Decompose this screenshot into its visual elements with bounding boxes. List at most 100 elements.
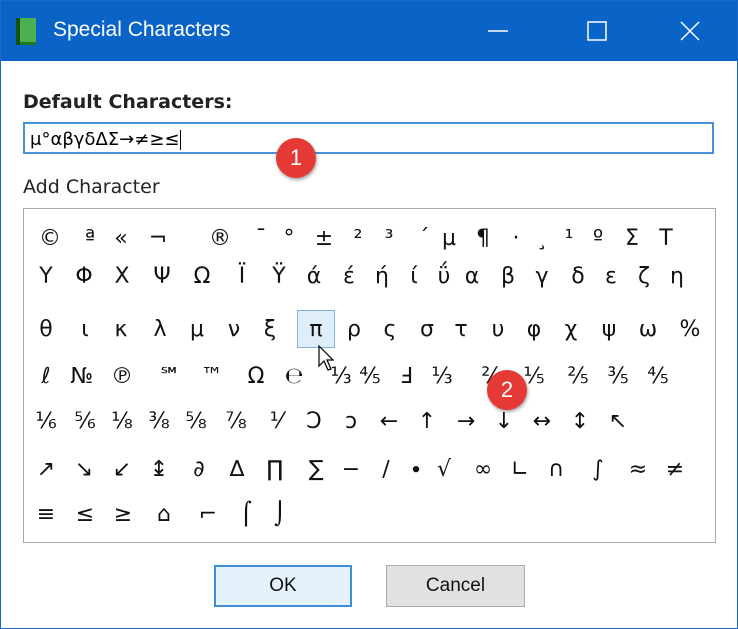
char-cell[interactable]: τ bbox=[442, 310, 480, 348]
char-cell[interactable]: ¬ bbox=[139, 219, 177, 257]
char-cell[interactable]: σ bbox=[408, 310, 446, 348]
char-cell[interactable]: Ψ bbox=[143, 257, 181, 295]
char-cell[interactable]: χ bbox=[552, 310, 590, 348]
char-cell[interactable]: φ bbox=[515, 310, 553, 348]
char-cell[interactable]: ± bbox=[305, 219, 343, 257]
char-cell[interactable]: ⅝ bbox=[177, 402, 215, 440]
char-cell[interactable]: Υ bbox=[27, 257, 65, 295]
char-cell[interactable]: ν bbox=[215, 310, 253, 348]
char-cell[interactable]: κ bbox=[102, 310, 140, 348]
char-cell[interactable]: ⅞ bbox=[217, 402, 255, 440]
char-cell[interactable]: ° bbox=[270, 219, 308, 257]
char-cell[interactable]: β bbox=[489, 257, 527, 295]
char-cell[interactable]: Ω bbox=[183, 257, 221, 295]
char-cell[interactable]: Ↄ bbox=[295, 402, 333, 440]
char-cell[interactable]: θ bbox=[27, 310, 65, 348]
default-characters-input[interactable]: μ°αβγδΔΣ→≠≥≤ bbox=[23, 122, 714, 154]
char-cell[interactable]: ∩ bbox=[537, 450, 575, 488]
char-cell[interactable]: µ bbox=[430, 219, 468, 257]
char-cell[interactable]: ← bbox=[370, 402, 408, 440]
char-cell[interactable]: λ bbox=[141, 310, 179, 348]
char-cell[interactable]: ℮ bbox=[275, 357, 313, 395]
char-cell[interactable]: ® bbox=[201, 219, 239, 257]
char-cell[interactable]: η bbox=[658, 257, 696, 295]
minimize-button[interactable] bbox=[475, 1, 521, 61]
char-cell[interactable]: ∫ bbox=[579, 450, 617, 488]
char-cell[interactable]: ℠ bbox=[151, 357, 189, 395]
char-cell[interactable]: Ϋ bbox=[260, 257, 298, 295]
char-cell[interactable]: ↘ bbox=[65, 450, 103, 488]
char-cell[interactable]: © bbox=[31, 219, 69, 257]
char-cell[interactable]: ω bbox=[629, 310, 667, 348]
char-cell[interactable]: ≤ bbox=[66, 495, 104, 533]
char-cell[interactable]: − bbox=[332, 450, 370, 488]
char-cell[interactable]: % bbox=[671, 310, 709, 348]
maximize-button[interactable] bbox=[574, 1, 620, 61]
char-cell[interactable]: ⌠ bbox=[227, 495, 265, 533]
add-character-label: Add Character bbox=[23, 176, 160, 198]
char-cell[interactable]: ψ bbox=[590, 310, 628, 348]
char-cell[interactable]: √ bbox=[425, 450, 463, 488]
char-cell[interactable]: ↙ bbox=[103, 450, 141, 488]
char-cell[interactable]: ↕ bbox=[561, 402, 599, 440]
char-cell[interactable]: ↗ bbox=[27, 450, 65, 488]
char-cell[interactable]: ⅘ bbox=[351, 357, 389, 395]
char-cell[interactable]: ⅓ bbox=[423, 357, 461, 395]
char-cell[interactable]: ⅜ bbox=[140, 402, 178, 440]
char-cell[interactable]: ∂ bbox=[180, 450, 218, 488]
char-cell[interactable]: Ⅎ bbox=[387, 357, 425, 395]
char-cell[interactable]: º bbox=[579, 219, 617, 257]
char-cell[interactable]: ™ bbox=[193, 357, 231, 395]
char-cell[interactable]: ⅚ bbox=[66, 402, 104, 440]
char-cell[interactable]: № bbox=[63, 357, 101, 395]
char-cell[interactable]: ά bbox=[295, 257, 333, 295]
char-cell[interactable]: ∟ bbox=[501, 450, 539, 488]
char-cell[interactable]: ∏ bbox=[256, 450, 294, 488]
char-cell[interactable]: ⌐ bbox=[189, 495, 227, 533]
char-cell[interactable]: ⅘ bbox=[639, 357, 677, 395]
char-cell[interactable]: ≥ bbox=[104, 495, 142, 533]
char-cell[interactable]: ³ bbox=[370, 219, 408, 257]
char-cell[interactable]: Τ bbox=[647, 219, 685, 257]
char-cell[interactable]: ξ bbox=[251, 310, 289, 348]
char-cell[interactable]: ↄ bbox=[332, 402, 370, 440]
char-cell[interactable]: ⅟ bbox=[257, 402, 295, 440]
close-button[interactable] bbox=[667, 1, 713, 61]
char-cell[interactable]: ↔ bbox=[523, 402, 561, 440]
maximize-icon bbox=[587, 21, 607, 41]
char-cell[interactable]: ∑ bbox=[297, 450, 335, 488]
char-cell[interactable]: ∆ bbox=[218, 450, 256, 488]
char-cell[interactable]: Σ bbox=[613, 219, 651, 257]
char-cell[interactable]: ↖ bbox=[599, 402, 637, 440]
char-cell[interactable]: ι bbox=[66, 310, 104, 348]
char-cell[interactable]: ρ bbox=[335, 310, 373, 348]
char-cell[interactable]: μ bbox=[178, 310, 216, 348]
char-cell[interactable]: ℓ bbox=[27, 357, 65, 395]
char-cell[interactable]: ς bbox=[371, 310, 409, 348]
char-cell[interactable]: ℗ bbox=[103, 357, 141, 395]
char-cell[interactable]: « bbox=[102, 219, 140, 257]
char-cell[interactable]: π bbox=[297, 310, 335, 348]
cancel-button[interactable]: Cancel bbox=[386, 565, 525, 607]
char-cell[interactable]: Χ bbox=[103, 257, 141, 295]
char-cell[interactable]: ⅗ bbox=[599, 357, 637, 395]
ok-button[interactable]: OK bbox=[214, 565, 352, 607]
char-cell[interactable]: α bbox=[453, 257, 491, 295]
char-cell[interactable]: ≈ bbox=[619, 450, 657, 488]
char-cell[interactable]: ≠ bbox=[656, 450, 694, 488]
char-cell[interactable]: ↨ bbox=[140, 450, 178, 488]
char-cell[interactable]: υ bbox=[479, 310, 517, 348]
char-cell[interactable]: ⅙ bbox=[27, 402, 65, 440]
char-cell[interactable]: Ω bbox=[237, 357, 275, 395]
char-cell[interactable]: ↑ bbox=[408, 402, 446, 440]
char-cell[interactable]: ⅖ bbox=[559, 357, 597, 395]
char-cell[interactable]: Φ bbox=[65, 257, 103, 295]
char-cell[interactable]: ⌂ bbox=[145, 495, 183, 533]
char-cell[interactable]: ∞ bbox=[464, 450, 502, 488]
char-cell[interactable]: γ bbox=[523, 257, 561, 295]
char-cell[interactable]: Ϊ bbox=[223, 257, 261, 295]
char-cell[interactable]: → bbox=[447, 402, 485, 440]
char-cell[interactable]: ⅛ bbox=[103, 402, 141, 440]
char-cell[interactable]: ≡ bbox=[27, 495, 65, 533]
char-cell[interactable]: ⌡ bbox=[261, 495, 299, 533]
